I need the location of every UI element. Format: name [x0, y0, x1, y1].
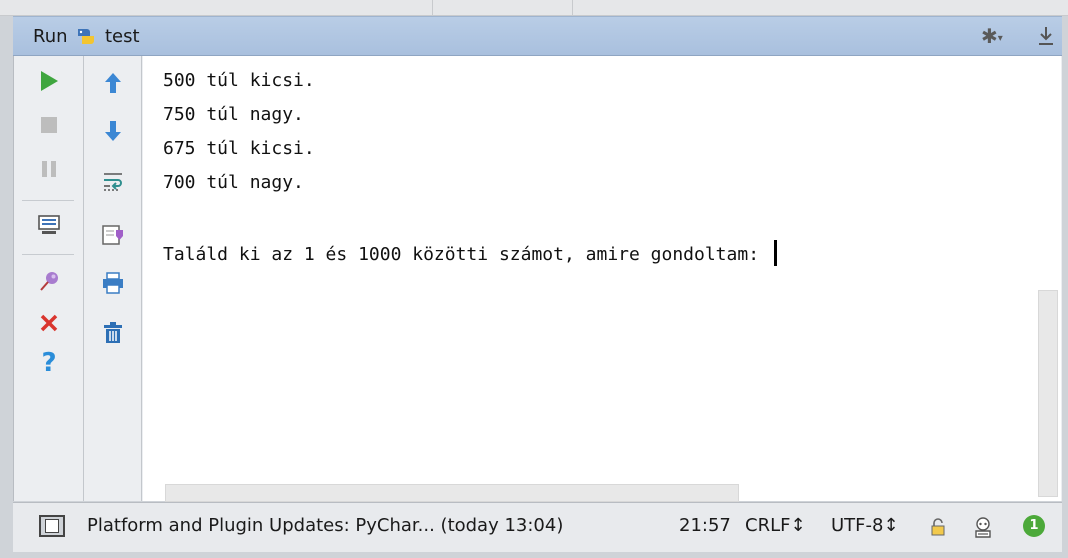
close-icon[interactable]: [36, 310, 62, 336]
console-output[interactable]: 500 túl kicsi. 750 túl nagy. 675 túl kic…: [143, 56, 1061, 502]
console-line: 500 túl kicsi.: [163, 70, 315, 91]
run-config-tab[interactable]: test: [105, 26, 140, 47]
scroll-to-end-icon[interactable]: [100, 222, 126, 248]
soft-wrap-icon[interactable]: [100, 168, 126, 194]
up-arrow-icon[interactable]: [100, 70, 126, 96]
pause-icon[interactable]: [36, 156, 62, 182]
console-line: 700 túl nagy.: [163, 172, 304, 193]
toolwindow-title: Run: [33, 26, 68, 47]
toolbar-separator: [22, 200, 74, 201]
run-actions-toolbar: ?: [14, 56, 84, 501]
console-prompt-line[interactable]: Találd ki az 1 és 1000 közötti számot, a…: [163, 240, 777, 266]
text-cursor: [773, 240, 777, 266]
line-separator-widget[interactable]: CRLF↕: [745, 515, 806, 536]
window-frame: Run test ✱▾ ? 500 túl kicsi. 750 túl nag…: [0, 0, 1068, 558]
strip-divider: [572, 0, 573, 15]
run-toolwindow-header: Run test ✱▾: [13, 16, 1062, 56]
status-message[interactable]: Platform and Plugin Updates: PyChar... (…: [87, 515, 563, 536]
strip-divider: [432, 0, 433, 15]
run-icon[interactable]: [36, 68, 62, 94]
pin-icon[interactable]: [36, 268, 62, 294]
console-prompt: Találd ki az 1 és 1000 közötti számot, a…: [163, 244, 770, 265]
inspector-icon[interactable]: [971, 515, 995, 539]
lock-icon[interactable]: [931, 518, 945, 536]
layout-icon[interactable]: [36, 212, 62, 238]
help-icon[interactable]: ?: [36, 350, 62, 376]
python-icon: [78, 29, 94, 44]
horizontal-scrollbar[interactable]: [165, 484, 739, 502]
event-log-badge[interactable]: 1: [1023, 515, 1045, 537]
status-bar: Platform and Plugin Updates: PyChar... (…: [13, 502, 1062, 552]
gear-icon[interactable]: ✱▾: [981, 25, 1007, 47]
encoding-widget[interactable]: UTF-8↕: [831, 515, 899, 536]
trash-icon[interactable]: [100, 320, 126, 346]
stop-icon[interactable]: [36, 112, 62, 138]
caret-position[interactable]: 21:57: [679, 515, 731, 536]
hide-down-icon[interactable]: [1037, 24, 1055, 48]
console-line: 750 túl nagy.: [163, 104, 304, 125]
toggle-tool-windows-icon[interactable]: [39, 515, 65, 537]
top-strip: [0, 0, 1068, 16]
run-toolwindow-body: ? 500 túl kicsi. 750 túl nagy. 675 túl k…: [13, 56, 1062, 502]
vertical-scrollbar[interactable]: [1038, 290, 1058, 497]
print-icon[interactable]: [100, 270, 126, 296]
toolbar-separator: [22, 254, 74, 255]
console-line: 675 túl kicsi.: [163, 138, 315, 159]
console-actions-toolbar: [84, 56, 142, 501]
down-arrow-icon[interactable]: [100, 118, 126, 144]
